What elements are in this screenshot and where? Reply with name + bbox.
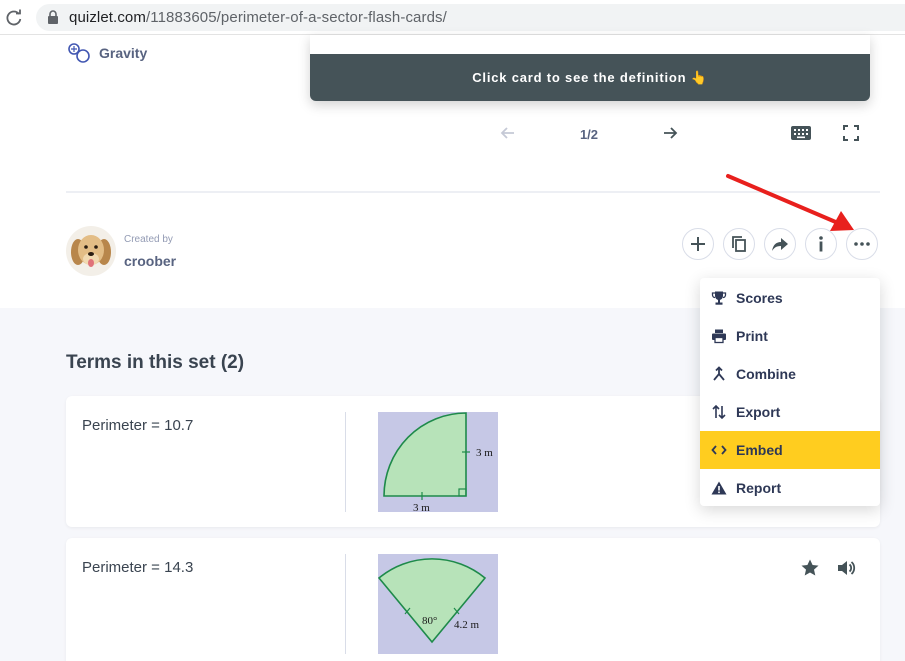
card-counter: 1/2 bbox=[579, 127, 599, 142]
term-separator bbox=[345, 554, 346, 654]
angle-label: 80° bbox=[422, 615, 437, 627]
swap-vertical-icon bbox=[712, 404, 726, 420]
flashcard[interactable]: Click card to see the definition 👆 bbox=[310, 35, 870, 101]
menu-item-label: Export bbox=[736, 404, 781, 420]
star-icon[interactable] bbox=[800, 558, 820, 578]
dog-avatar-image bbox=[71, 235, 111, 267]
address-bar[interactable]: quizlet.com/11883605/perimeter-of-a-sect… bbox=[36, 4, 905, 31]
keyboard-icon[interactable] bbox=[790, 124, 812, 142]
gravity-mode-link[interactable]: Gravity bbox=[66, 41, 147, 65]
terms-heading: Terms in this set (2) bbox=[66, 352, 245, 373]
flashcard-hint: Click card to see the definition 👆 bbox=[310, 54, 870, 101]
sector-diagram: 80° 4.2 m bbox=[377, 554, 498, 654]
radius-label-horizontal: 3 m bbox=[413, 502, 430, 512]
gravity-label: Gravity bbox=[99, 45, 148, 61]
fullscreen-icon[interactable] bbox=[842, 124, 860, 142]
quarter-circle-diagram: 3 m 3 m bbox=[378, 412, 498, 514]
browser-toolbar: quizlet.com/11883605/perimeter-of-a-sect… bbox=[0, 0, 905, 35]
printer-icon bbox=[712, 329, 726, 344]
menu-item-label: Report bbox=[736, 480, 782, 496]
url-text: quizlet.com/11883605/perimeter-of-a-sect… bbox=[69, 9, 447, 26]
menu-item-combine[interactable]: Combine bbox=[700, 355, 880, 393]
speaker-icon[interactable] bbox=[836, 558, 856, 578]
created-by-label: Created by bbox=[124, 234, 173, 245]
term-card: Perimeter = 14.3 80° 4.2 m bbox=[66, 538, 880, 661]
term-text: Perimeter = 14.3 bbox=[82, 559, 194, 576]
reload-icon[interactable] bbox=[4, 8, 24, 28]
menu-item-label: Scores bbox=[736, 290, 783, 306]
menu-item-label: Embed bbox=[736, 442, 783, 458]
menu-item-label: Combine bbox=[736, 366, 796, 382]
next-card-icon[interactable] bbox=[660, 123, 680, 143]
previous-card-icon[interactable] bbox=[498, 123, 518, 143]
term-separator bbox=[345, 412, 346, 512]
menu-item-label: Print bbox=[736, 328, 768, 344]
code-icon bbox=[711, 445, 727, 455]
merge-icon bbox=[713, 366, 725, 381]
add-to-folder-button[interactable] bbox=[682, 228, 714, 260]
menu-item-embed[interactable]: Embed bbox=[700, 431, 880, 469]
term-text: Perimeter = 10.7 bbox=[82, 417, 194, 434]
lock-icon[interactable] bbox=[46, 10, 60, 24]
gravity-icon bbox=[68, 43, 90, 63]
more-options-menu: Scores Print Combine Export Embed Report bbox=[700, 278, 880, 506]
plus-icon bbox=[691, 237, 705, 251]
avatar[interactable] bbox=[66, 226, 116, 276]
creator-username[interactable]: croober bbox=[124, 253, 176, 269]
menu-item-report[interactable]: Report bbox=[700, 469, 880, 507]
warning-icon bbox=[711, 481, 727, 495]
menu-item-print[interactable]: Print bbox=[700, 317, 880, 355]
radius-label: 4.2 m bbox=[454, 619, 480, 631]
radius-label-vertical: 3 m bbox=[476, 447, 493, 459]
menu-item-scores[interactable]: Scores bbox=[700, 279, 880, 317]
menu-item-export[interactable]: Export bbox=[700, 393, 880, 431]
trophy-icon bbox=[711, 291, 727, 305]
annotation-arrow-icon bbox=[726, 174, 854, 231]
